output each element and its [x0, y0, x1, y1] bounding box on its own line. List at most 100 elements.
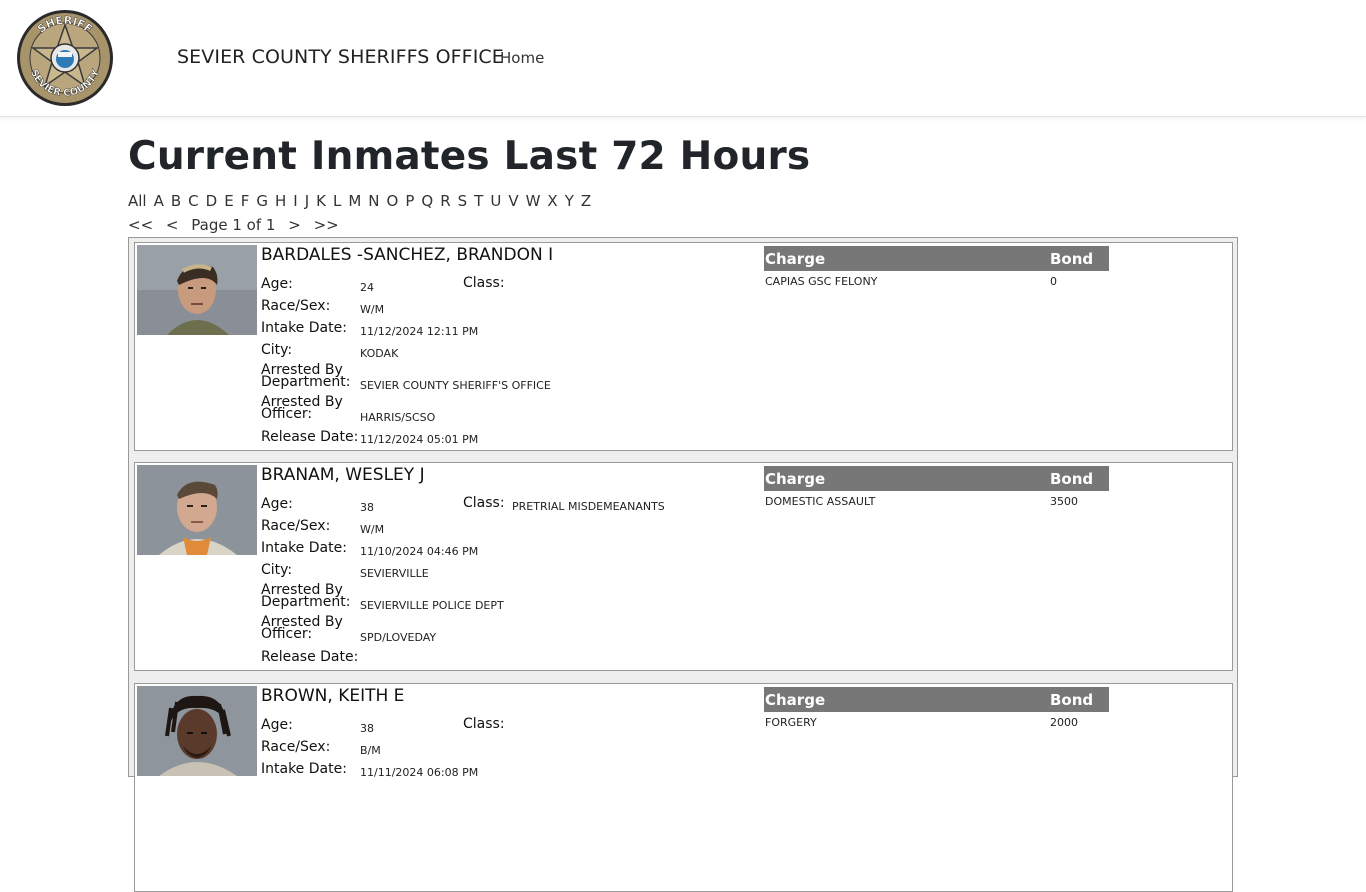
letter-filter-z[interactable]: Z [581, 192, 591, 210]
bond-value: 2000 [1050, 716, 1078, 729]
race-sex-label: Race/Sex: [261, 739, 331, 755]
class-label: Class: [463, 275, 505, 291]
letter-filter-n[interactable]: N [368, 192, 379, 210]
inmate-photo[interactable] [137, 245, 257, 335]
city-label: City: [261, 342, 293, 358]
letter-filter-u[interactable]: U [490, 192, 501, 210]
race-sex-label: Race/Sex: [261, 298, 331, 314]
race-sex-value: W/M [360, 523, 385, 536]
age-value: 38 [360, 722, 374, 735]
arrested-department-value: SEVIERVILLE POLICE DEPT [360, 599, 504, 612]
arrested-officer-value: HARRIS/SCSO [360, 411, 436, 424]
bond-column-header: Bond [1050, 250, 1094, 268]
inmate-list: BARDALES -SANCHEZ, BRANDON I Age: 24 Cla… [128, 237, 1238, 892]
letter-filter-a[interactable]: A [154, 192, 164, 210]
age-label: Age: [261, 496, 293, 512]
race-sex-value: W/M [360, 303, 385, 316]
page-title: Current Inmates Last 72 Hours [128, 134, 811, 179]
arrested-department-label: Arrested By Department: [261, 362, 351, 390]
letter-filter-k[interactable]: K [316, 192, 326, 210]
city-value: KODAK [360, 347, 399, 360]
letter-filter-o[interactable]: O [387, 192, 399, 210]
letter-filter-v[interactable]: V [508, 192, 518, 210]
charge-column-header: Charge [765, 250, 826, 268]
city-label: City: [261, 562, 293, 578]
alphabet-filter: All A B C D E F G H I J K L M N O P Q R S T U V W X Y Z [128, 192, 598, 210]
arrested-officer-label: Arrested By Officer: [261, 394, 343, 422]
letter-filter-t[interactable]: T [474, 192, 483, 210]
charge-value: FORGERY [765, 716, 817, 729]
sheriff-badge-logo[interactable]: SHERIFF SEVIER COUNTY [15, 8, 115, 108]
charge-value: DOMESTIC ASSAULT [765, 495, 876, 508]
inmate-card: BARDALES -SANCHEZ, BRANDON I Age: 24 Cla… [134, 242, 1233, 451]
arrested-department-label: Arrested By Department: [261, 582, 351, 610]
arrested-officer-label: Arrested By Officer: [261, 614, 343, 642]
arrested-officer-value: SPD/LOVEDAY [360, 631, 437, 644]
class-value: PRETRIAL MISDEMEANANTS [512, 500, 665, 513]
letter-filter-l[interactable]: L [333, 192, 341, 210]
navbar: SHERIFF SEVIER COUNTY SEVIER COUNTY SHER… [0, 0, 1366, 117]
letter-filter-f[interactable]: F [241, 192, 250, 210]
race-sex-label: Race/Sex: [261, 518, 331, 534]
intake-date-value: 11/10/2024 04:46 PM [360, 545, 479, 558]
charge-column-header: Charge [765, 470, 826, 488]
inmate-card: BROWN, KEITH E Age: 38 Class: Race/Sex: … [134, 683, 1233, 892]
inmate-name: BARDALES -SANCHEZ, BRANDON I [261, 245, 554, 265]
pager-prev-link[interactable]: < [166, 216, 179, 234]
letter-filter-g[interactable]: G [256, 192, 268, 210]
letter-filter-y[interactable]: Y [565, 192, 574, 210]
letter-filter-all[interactable]: All [128, 192, 147, 210]
letter-filter-h[interactable]: H [275, 192, 286, 210]
age-value: 24 [360, 281, 374, 294]
bond-value: 0 [1050, 275, 1057, 288]
charge-table-header: Charge Bond [764, 466, 1109, 491]
inmate-photo[interactable] [137, 686, 257, 776]
intake-date-label: Intake Date: [261, 540, 347, 556]
charge-value: CAPIAS GSC FELONY [765, 275, 878, 288]
bond-column-header: Bond [1050, 691, 1094, 709]
inmate-card: BRANAM, WESLEY J Age: 38 Class: PRETRIAL… [134, 462, 1233, 671]
charge-column-header: Charge [765, 691, 826, 709]
bond-column-header: Bond [1050, 470, 1094, 488]
release-date-label: Release Date: [261, 429, 359, 445]
intake-date-label: Intake Date: [261, 320, 347, 336]
brand-title[interactable]: SEVIER COUNTY SHERIFFS OFFICE [177, 46, 504, 68]
city-value: SEVIERVILLE [360, 567, 429, 580]
inmate-photo[interactable] [137, 465, 257, 555]
inmate-name: BROWN, KEITH E [261, 686, 405, 706]
charge-table-header: Charge Bond [764, 246, 1109, 271]
inmate-name: BRANAM, WESLEY J [261, 465, 425, 485]
bond-value: 3500 [1050, 495, 1078, 508]
age-label: Age: [261, 717, 293, 733]
letter-filter-m[interactable]: M [348, 192, 361, 210]
release-date-value: 11/12/2024 05:01 PM [360, 433, 479, 446]
charge-table-header: Charge Bond [764, 687, 1109, 712]
pager-next-link[interactable]: > [288, 216, 301, 234]
pager-first-link[interactable]: << [128, 216, 153, 234]
letter-filter-d[interactable]: D [206, 192, 218, 210]
letter-filter-s[interactable]: S [458, 192, 468, 210]
class-label: Class: [463, 716, 505, 732]
intake-date-value: 11/12/2024 12:11 PM [360, 325, 479, 338]
class-label: Class: [463, 495, 505, 511]
letter-filter-w[interactable]: W [526, 192, 541, 210]
letter-filter-b[interactable]: B [171, 192, 181, 210]
letter-filter-q[interactable]: Q [421, 192, 433, 210]
letter-filter-i[interactable]: I [293, 192, 297, 210]
letter-filter-e[interactable]: E [224, 192, 233, 210]
race-sex-value: B/M [360, 744, 381, 757]
age-value: 38 [360, 501, 374, 514]
letter-filter-j[interactable]: J [305, 192, 309, 210]
pager: << < Page 1 of 1 > >> [128, 216, 347, 234]
nav-home-link[interactable]: Home [500, 49, 544, 67]
letter-filter-x[interactable]: X [547, 192, 557, 210]
pager-label: Page 1 of 1 [191, 216, 276, 234]
release-date-label: Release Date: [261, 649, 359, 665]
letter-filter-r[interactable]: R [440, 192, 450, 210]
letter-filter-p[interactable]: P [405, 192, 414, 210]
pager-last-link[interactable]: >> [314, 216, 339, 234]
intake-date-label: Intake Date: [261, 761, 347, 777]
age-label: Age: [261, 276, 293, 292]
letter-filter-c[interactable]: C [188, 192, 198, 210]
arrested-department-value: SEVIER COUNTY SHERIFF'S OFFICE [360, 379, 551, 392]
